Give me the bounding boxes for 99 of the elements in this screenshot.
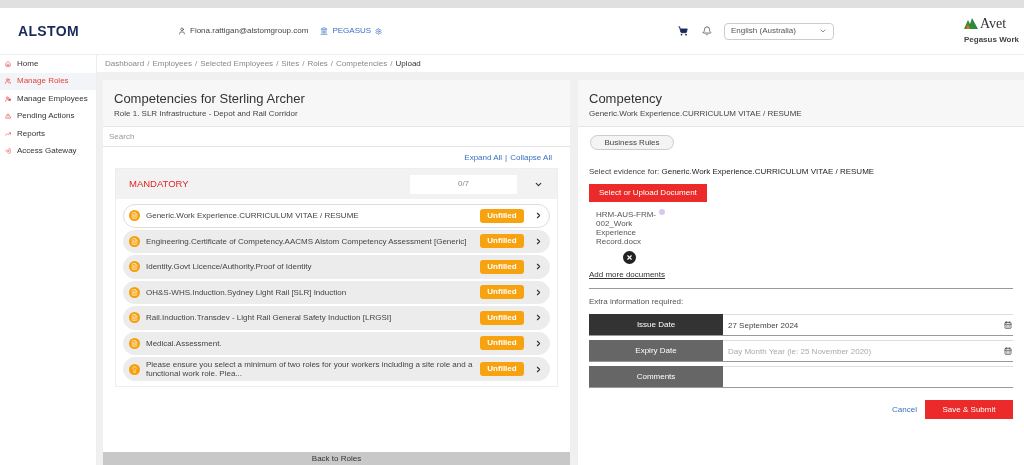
logo: ALSTOM: [18, 21, 80, 41]
extra-info-label: Extra information required:: [589, 296, 684, 308]
cancel-link[interactable]: Cancel: [892, 403, 917, 416]
brand-name: Avet: [980, 16, 1007, 31]
status-badge: Unfilled: [480, 234, 524, 249]
document-icon: [131, 237, 138, 245]
chevron-down-icon: [819, 27, 827, 35]
panel-subtitle: Generic.Work Experience.CURRICULUM VITAE / RESUME: [589, 108, 803, 121]
sidebar-item[interactable]: Manage Employees: [0, 90, 96, 108]
calendar-icon[interactable]: [1004, 347, 1012, 355]
close-icon: [626, 254, 633, 261]
remove-file-button[interactable]: [623, 251, 636, 264]
chevron-right-icon: [534, 313, 543, 323]
breadcrumb-separator: /: [302, 57, 305, 70]
competency-row[interactable]: Identity.Govt Licence/Authority.Proof of Identity Unfilled: [123, 255, 550, 279]
chevron-right-icon: [534, 287, 543, 297]
competency-name: Rail.Induction.Transdev - Light Rail General Safety Induction [LRGSI]: [146, 313, 393, 323]
warning-icon: [5, 113, 11, 120]
document-icon: [131, 288, 138, 296]
competency-row[interactable]: Medical.Assessment. Unfilled: [123, 331, 550, 355]
competency-name: OH&S-WHS.Induction.Sydney Light Rail [SLR] Induction: [146, 287, 348, 297]
date-field[interactable]: Day Month Year (ie: 25 November 2020): [723, 341, 1004, 361]
panel-subtitle: Role 1. SLR Infrastructure - Depot and Rail Corridor: [114, 108, 299, 121]
status-badge: Unfilled: [480, 285, 524, 300]
competency-row[interactable]: OH&S-WHS.Induction.Sydney Light Rail [SLR] Induction Unfilled: [123, 280, 550, 304]
competency-row[interactable]: Rail.Induction.Transdev - Light Rail General Safety Induction [LRGSI] Unfilled: [123, 306, 550, 330]
brand-subtitle: Pegasus Work: [964, 33, 1019, 46]
competency-name: Please ensure you select a minimum of two roles for your workers including a site role and a functional work role. Plea...: [146, 360, 474, 378]
breadcrumb-separator: /: [194, 57, 198, 70]
add-more-documents-link[interactable]: Add more documents: [589, 269, 666, 281]
breadcrumb-link[interactable]: Sites: [281, 57, 300, 70]
calendar-icon[interactable]: [1004, 321, 1012, 329]
breadcrumb-link[interactable]: Selected Employees: [200, 57, 274, 70]
sidebar-item[interactable]: Pending Actions: [0, 107, 96, 125]
upload-button[interactable]: Select or Upload Document: [589, 184, 707, 202]
evidence-label: Select evidence for: Generic.Work Experience.CURRICULUM VITAE / RESUME: [589, 166, 875, 178]
date-field[interactable]: 27 September 2024: [723, 315, 1004, 335]
save-submit-button[interactable]: Save & Submit: [925, 400, 1013, 419]
login-icon: [5, 148, 11, 155]
competency-row[interactable]: Please ensure you select a minimum of two roles for your workers including a site role and a functional work role. Plea... Unfilled: [123, 357, 550, 381]
field-label: Comments: [589, 366, 723, 387]
sidebar-item[interactable]: Access Gateway: [0, 142, 96, 160]
chart-icon: [5, 130, 11, 137]
breadcrumb-separator: /: [147, 57, 150, 70]
sidebar-item[interactable]: Manage Roles: [0, 72, 96, 90]
sidebar-item[interactable]: Home: [0, 55, 96, 73]
breadcrumb-separator: /: [276, 57, 279, 70]
user-icon: [5, 95, 11, 102]
breadcrumb-link[interactable]: Roles: [307, 57, 328, 70]
status-badge: Unfilled: [480, 310, 524, 325]
home-icon: [5, 60, 11, 67]
competency-name: Engineering.Certificate of Competency.AACMS Alstom Competency Assessment [Generic]: [146, 236, 468, 246]
language-select[interactable]: English (Australia): [724, 22, 834, 40]
bank-icon: [320, 27, 329, 35]
panel-title: Competencies for Sterling Archer: [114, 91, 306, 108]
field-label: Issue Date: [589, 314, 723, 335]
chevron-right-icon: [534, 364, 543, 374]
chevron-right-icon: [534, 211, 543, 221]
status-badge: Unfilled: [480, 336, 524, 351]
link-separator: |: [505, 152, 508, 164]
progress-count: 0/7: [410, 174, 517, 194]
org-link[interactable]: PEGASUS: [332, 25, 372, 37]
lightbulb-icon: [131, 365, 138, 373]
breadcrumb-link[interactable]: Dashboard: [105, 57, 145, 70]
expand-all-link[interactable]: Expand All: [464, 152, 503, 164]
sidebar-item[interactable]: Reports: [0, 125, 96, 143]
file-name: HRM-AUS-FRM-002_Work Experience Record.docx: [596, 210, 657, 246]
document-icon: [131, 263, 138, 271]
cart-icon[interactable]: [678, 26, 688, 36]
people-icon: [5, 78, 11, 85]
document-icon: [131, 212, 138, 220]
document-icon: [131, 314, 138, 322]
panel-title: Competency: [589, 91, 663, 108]
mountain-logo-icon: [964, 18, 978, 29]
status-badge: Unfilled: [480, 259, 524, 274]
competency-name: Generic.Work Experience.CURRICULUM VITAE / RESUME: [146, 211, 360, 221]
field-label: Expiry Date: [589, 340, 723, 361]
document-icon: [131, 339, 138, 347]
status-badge: Unfilled: [480, 208, 524, 223]
breadcrumb-link[interactable]: Employees: [152, 57, 192, 70]
breadcrumb-separator: /: [390, 57, 393, 70]
breadcrumb-separator: /: [330, 57, 334, 70]
competency-row[interactable]: Generic.Work Experience.CURRICULUM VITAE / RESUME Unfilled: [123, 204, 550, 228]
bell-icon[interactable]: [702, 26, 712, 36]
user-icon: [178, 27, 186, 35]
search-field[interactable]: Search: [103, 127, 570, 147]
chevron-right-icon: [534, 262, 543, 272]
competency-name: Identity.Govt Licence/Authority.Proof of Identity: [146, 262, 313, 272]
status-badge: Unfilled: [480, 362, 524, 376]
user-email: Fiona.rattigan@alstomgroup.com: [190, 25, 309, 37]
business-rules-button[interactable]: Business Rules: [590, 135, 674, 150]
competency-row[interactable]: Engineering.Certificate of Competency.AACMS Alstom Competency Assessment [Generic] Unfilled: [123, 229, 550, 253]
chevron-right-icon: [534, 338, 543, 348]
back-button[interactable]: Back to Roles: [103, 452, 570, 465]
collapse-all-link[interactable]: Collapse All: [510, 152, 552, 164]
breadcrumb-link[interactable]: Competencies: [336, 57, 388, 70]
group-title: MANDATORY: [129, 176, 190, 191]
competency-name: Medical.Assessment.: [146, 338, 223, 348]
chevron-right-icon: [534, 236, 543, 246]
